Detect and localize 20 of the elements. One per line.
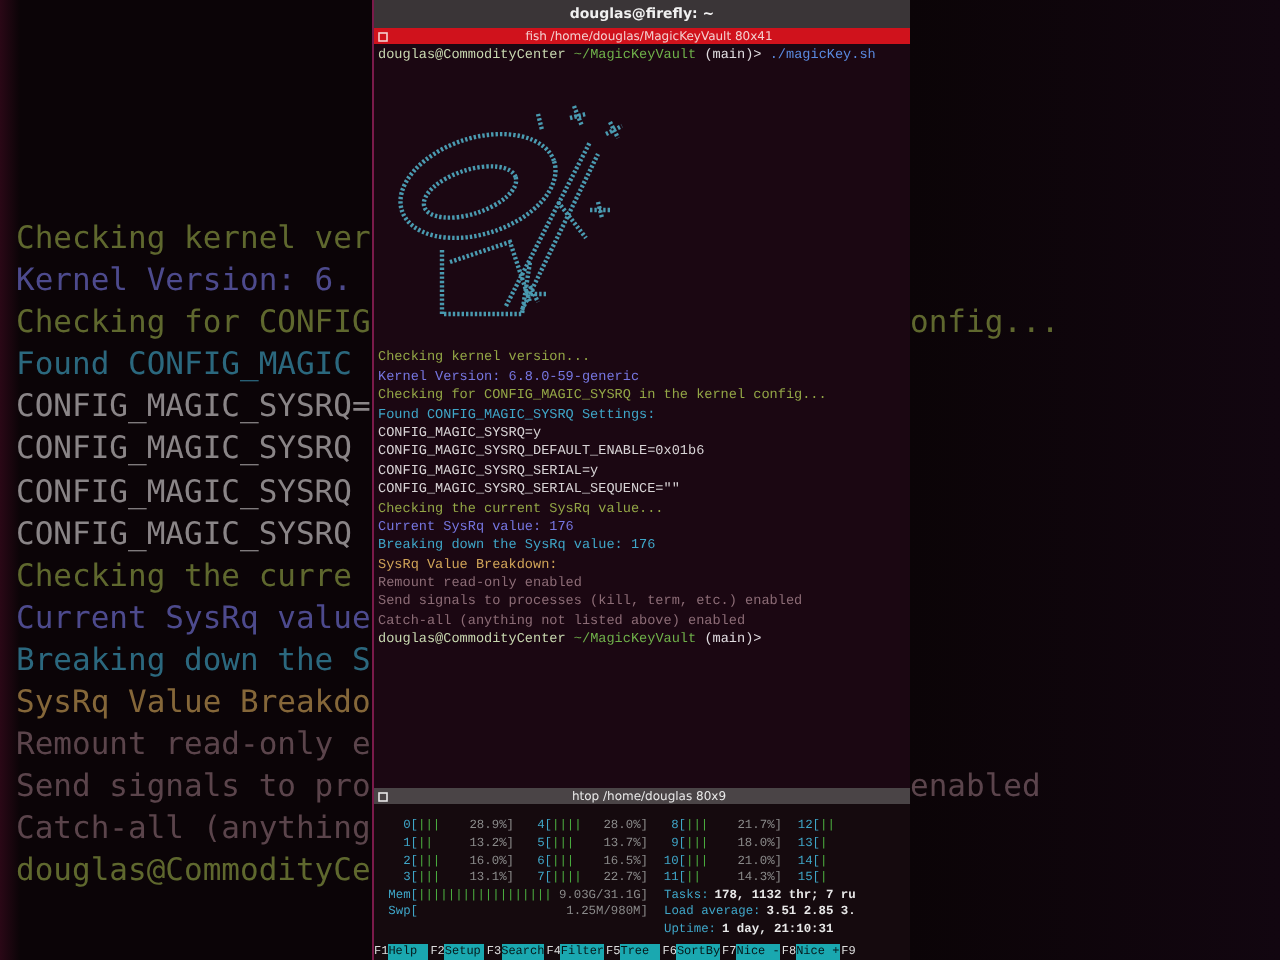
blurred-background-text: douglas@CommodityCe xyxy=(16,852,371,889)
blurred-background-text: Breaking down the S xyxy=(16,641,371,678)
blurred-background-text: onfig... xyxy=(910,304,1060,341)
blurred-background-text: Checking the curre xyxy=(16,557,352,594)
blurred-background-text: Checking for CONFIG xyxy=(16,304,371,341)
blurred-background-text: Catch-all (anything xyxy=(16,810,371,847)
blurred-background-text: enabled xyxy=(910,768,1041,805)
blurred-background-text: Remount read-only e xyxy=(16,726,371,763)
terminal-icon xyxy=(378,791,388,801)
blurred-background-text: SysRq Value Breakdo xyxy=(16,684,371,721)
blurred-background-text: CONFIG_MAGIC_SYSRQ= xyxy=(16,388,371,425)
blurred-background-text: Found CONFIG_MAGIC xyxy=(16,346,352,383)
blurred-background-text: Send signals to pro xyxy=(16,768,371,805)
blurred-background-text: Checking kernel ver xyxy=(16,220,371,256)
terminal-icon xyxy=(378,31,388,41)
blurred-background-text: CONFIG_MAGIC_SYSRQ xyxy=(16,430,352,467)
blurred-background-text: Current SysRq value xyxy=(16,599,371,636)
blurred-background-text: CONFIG_MAGIC_SYSRQ xyxy=(16,515,352,552)
blurred-background-text: Kernel Version: 6. xyxy=(16,262,352,299)
blurred-background-text: CONFIG_MAGIC_SYSRQ xyxy=(16,473,352,510)
